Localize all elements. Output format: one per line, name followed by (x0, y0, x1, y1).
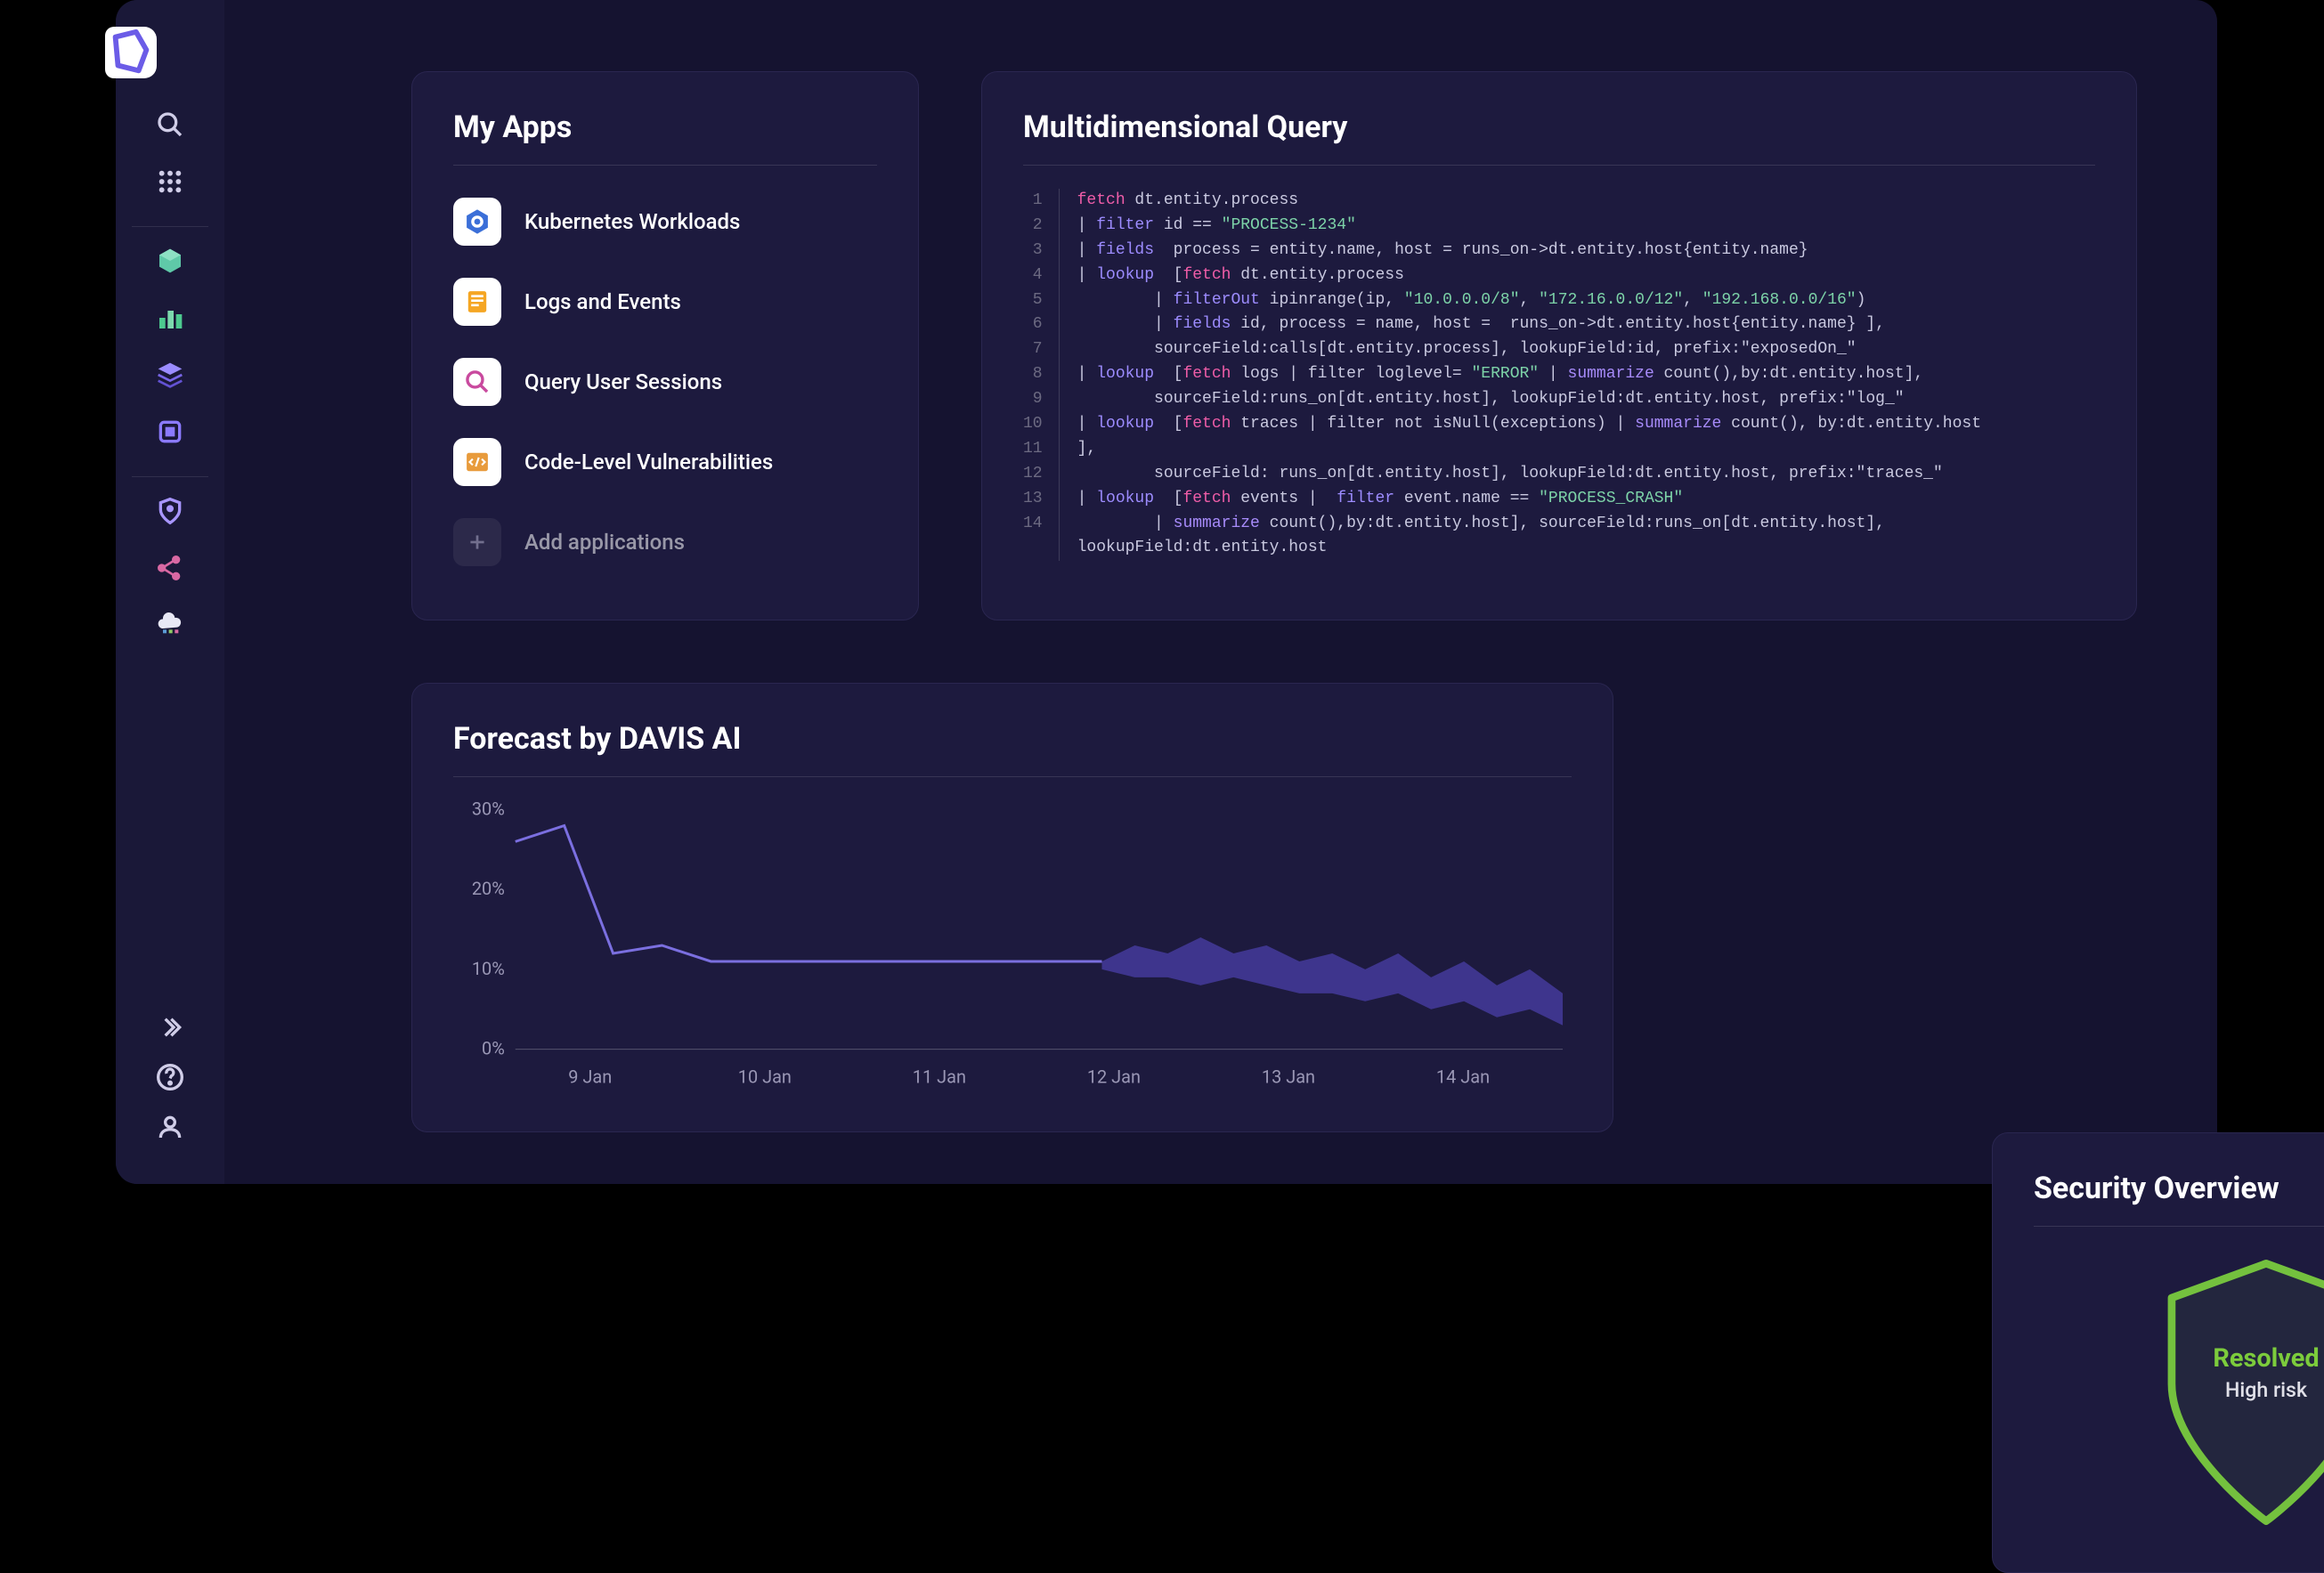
search-icon[interactable] (150, 105, 190, 144)
expand-icon[interactable] (150, 1008, 190, 1047)
app-list: Kubernetes Workloads Logs and Events Que… (453, 189, 877, 575)
app-item-query-sessions[interactable]: Query User Sessions (453, 349, 877, 415)
security-panel: Security Overview Resolved High risk (1992, 1132, 2324, 1573)
line-numbers: 1234567891011121314 (1023, 189, 1060, 561)
my-apps-panel: My Apps Kubernetes Workloads Logs and Ev… (411, 71, 919, 620)
kubernetes-icon (453, 198, 501, 246)
svg-text:30%: 30% (472, 800, 505, 819)
code-vuln-icon (453, 438, 501, 486)
main-content: My Apps Kubernetes Workloads Logs and Ev… (224, 0, 2217, 1184)
security-title: Security Overview (2034, 1171, 2324, 1206)
plus-icon (453, 518, 501, 566)
security-shield: Resolved High risk (2034, 1250, 2324, 1535)
stack-3d-icon[interactable] (150, 355, 190, 394)
svg-text:10 Jan: 10 Jan (738, 1067, 792, 1088)
analytics-bars-icon[interactable] (150, 298, 190, 337)
code-content: fetch dt.entity.process| filter id == "P… (1077, 189, 2095, 561)
divider (132, 226, 207, 227)
forecast-chart: 0% 10% 20% 30% 9 Jan 10 Jan 11 Jan 12 Jan 13 Jan… (453, 800, 1572, 1094)
svg-text:10%: 10% (472, 959, 505, 979)
cloud-icon[interactable] (150, 605, 190, 645)
svg-text:14 Jan: 14 Jan (1436, 1067, 1490, 1088)
svg-text:12 Jan: 12 Jan (1087, 1067, 1141, 1088)
extension-icon[interactable] (150, 412, 190, 451)
query-title: Multidimensional Query (1023, 109, 2095, 145)
hexagon-icon[interactable] (150, 241, 190, 280)
security-status: Resolved (2213, 1343, 2319, 1374)
svg-text:9 Jan: 9 Jan (568, 1067, 612, 1088)
my-apps-title: My Apps (453, 109, 877, 145)
logs-icon (453, 278, 501, 326)
app-label: Logs and Events (524, 289, 681, 314)
app-label: Kubernetes Workloads (524, 209, 740, 234)
security-shield-icon[interactable] (150, 491, 190, 531)
forecast-panel: Forecast by DAVIS AI 0% 10% 20% 30% 9 Jan 10 … (411, 683, 1613, 1132)
security-sub: High risk (2225, 1378, 2308, 1402)
svg-text:20%: 20% (472, 879, 505, 899)
query-sessions-icon (453, 358, 501, 406)
add-applications-button[interactable]: Add applications (453, 509, 877, 575)
svg-text:13 Jan: 13 Jan (1262, 1067, 1315, 1088)
divider (1023, 165, 2095, 166)
network-nodes-icon[interactable] (150, 548, 190, 588)
help-icon[interactable] (150, 1058, 190, 1097)
app-window: My Apps Kubernetes Workloads Logs and Ev… (116, 0, 2217, 1184)
app-item-kubernetes[interactable]: Kubernetes Workloads (453, 189, 877, 255)
add-app-label: Add applications (524, 530, 685, 555)
divider (2034, 1226, 2324, 1227)
code-block[interactable]: 1234567891011121314 fetch dt.entity.proc… (1023, 189, 2095, 561)
sidebar (116, 0, 224, 1184)
svg-text:11 Jan: 11 Jan (913, 1067, 966, 1088)
app-label: Query User Sessions (524, 369, 722, 394)
divider (132, 476, 207, 477)
query-panel: Multidimensional Query 12345678910111213… (981, 71, 2137, 620)
app-label: Code-Level Vulnerabilities (524, 450, 773, 474)
user-icon[interactable] (150, 1107, 190, 1147)
divider (453, 776, 1572, 777)
app-item-code-vuln[interactable]: Code-Level Vulnerabilities (453, 429, 877, 495)
app-item-logs[interactable]: Logs and Events (453, 269, 877, 335)
svg-text:0%: 0% (482, 1039, 505, 1059)
forecast-title: Forecast by DAVIS AI (453, 721, 1572, 757)
divider (453, 165, 877, 166)
app-logo (105, 27, 157, 78)
apps-grid-icon[interactable] (150, 162, 190, 201)
